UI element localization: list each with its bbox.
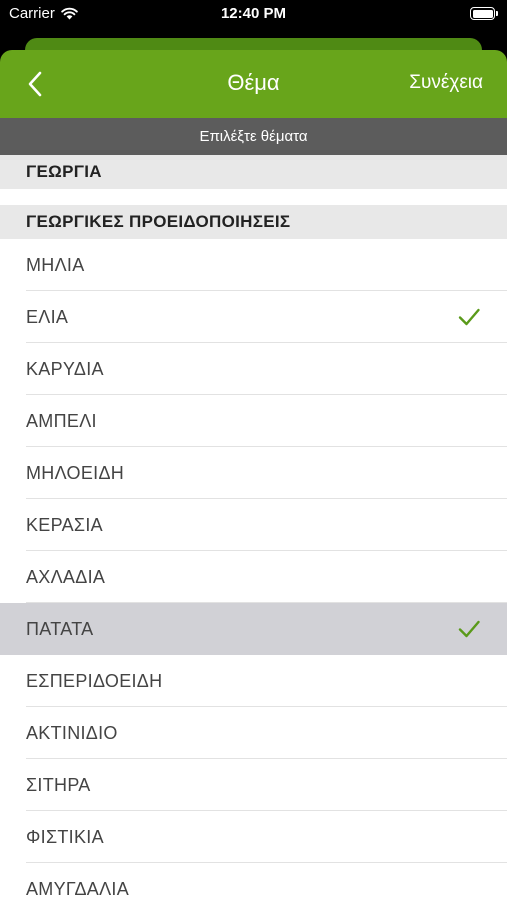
list-item[interactable]: ΑΚΤΙΝΙΔΙΟ [0, 707, 507, 759]
subtitle-label: Επιλέξτε θέματα [199, 128, 308, 145]
list-item-label: ΕΛΙΑ [26, 306, 69, 327]
topics-list: ΓΕΩΡΓΙΑ ΓΕΩΡΓΙΚΕΣ ΠΡΟΕΙΔΟΠΟΙΗΣΕΙΣ ΜΗΛΙΑ Ε… [0, 155, 507, 900]
list-item-label: ΑΚΤΙΝΙΔΙΟ [26, 722, 118, 743]
list-item-label: ΚΑΡΥΔΙΑ [26, 358, 104, 379]
checkmark-icon [458, 308, 480, 326]
checkmark-icon [458, 620, 480, 638]
list-item[interactable]: ΚΑΡΥΔΙΑ [0, 343, 507, 395]
list-item[interactable]: ΑΜΠΕΛΙ [0, 395, 507, 447]
list-item-label: ΑΜΥΓΔΑΛΙΑ [26, 878, 130, 899]
list-item-label: ΣΙΤΗΡΑ [26, 774, 91, 795]
list-item-label: ΜΗΛΟΕΙΔΗ [26, 462, 125, 483]
list-item[interactable]: ΑΧΛΑΔΙΑ [0, 551, 507, 603]
battery-icon [470, 7, 498, 20]
list-item-label: ΜΗΛΙΑ [26, 254, 85, 275]
section-header-warnings: ΓΕΩΡΓΙΚΕΣ ΠΡΟΕΙΔΟΠΟΙΗΣΕΙΣ [0, 205, 507, 239]
status-time: 12:40 PM [220, 5, 287, 22]
list-item[interactable]: ΦΙΣΤΙΚΙΑ [0, 811, 507, 863]
list-item[interactable]: ΣΙΤΗΡΑ [0, 759, 507, 811]
list-item-label: ΕΣΠΕΡΙΔΟΕΙΔΗ [26, 670, 163, 691]
section-header-georgia: ΓΕΩΡΓΙΑ [0, 155, 507, 189]
continue-button[interactable]: Συνέχεια [409, 72, 483, 94]
list-item[interactable]: ΜΗΛΙΑ [0, 239, 507, 291]
list-item-label: ΚΕΡΑΣΙΑ [26, 514, 103, 535]
section-gap [0, 189, 507, 205]
section-header-label: ΓΕΩΡΓΙΚΕΣ ΠΡΟΕΙΔΟΠΟΙΗΣΕΙΣ [26, 212, 291, 231]
section-header-label: ΓΕΩΡΓΙΑ [26, 162, 102, 181]
list-item[interactable]: ΕΛΙΑ [0, 291, 507, 343]
list-item[interactable]: ΑΜΥΓΔΑΛΙΑ [0, 863, 507, 900]
navigation-bar: Θέμα Συνέχεια [0, 50, 507, 118]
topics-rows: ΜΗΛΙΑ ΕΛΙΑ ΚΑΡΥΔΙΑ ΑΜΠΕΛΙ ΜΗΛΟΕΙΔΗ ΚΕΡΑΣΙΑ ΑΧΛ… [0, 239, 507, 900]
status-bar: Carrier 12:40 PM [0, 0, 507, 30]
subtitle-bar: Επιλέξτε θέματα [0, 118, 507, 155]
list-item[interactable]: ΚΕΡΑΣΙΑ [0, 499, 507, 551]
list-item[interactable]: ΠΑΤΑΤΑ [0, 603, 507, 655]
list-item-label: ΑΜΠΕΛΙ [26, 410, 97, 431]
list-item-label: ΦΙΣΤΙΚΙΑ [26, 826, 104, 847]
list-item[interactable]: ΕΣΠΕΡΙΔΟΕΙΔΗ [0, 655, 507, 707]
screen: Carrier 12:40 PM Θέμα Συνέχεια Επιλέξτε … [0, 0, 507, 900]
list-item-label: ΑΧΛΑΔΙΑ [26, 566, 106, 587]
list-item[interactable]: ΜΗΛΟΕΙΔΗ [0, 447, 507, 499]
list-item-label: ΠΑΤΑΤΑ [26, 618, 94, 639]
